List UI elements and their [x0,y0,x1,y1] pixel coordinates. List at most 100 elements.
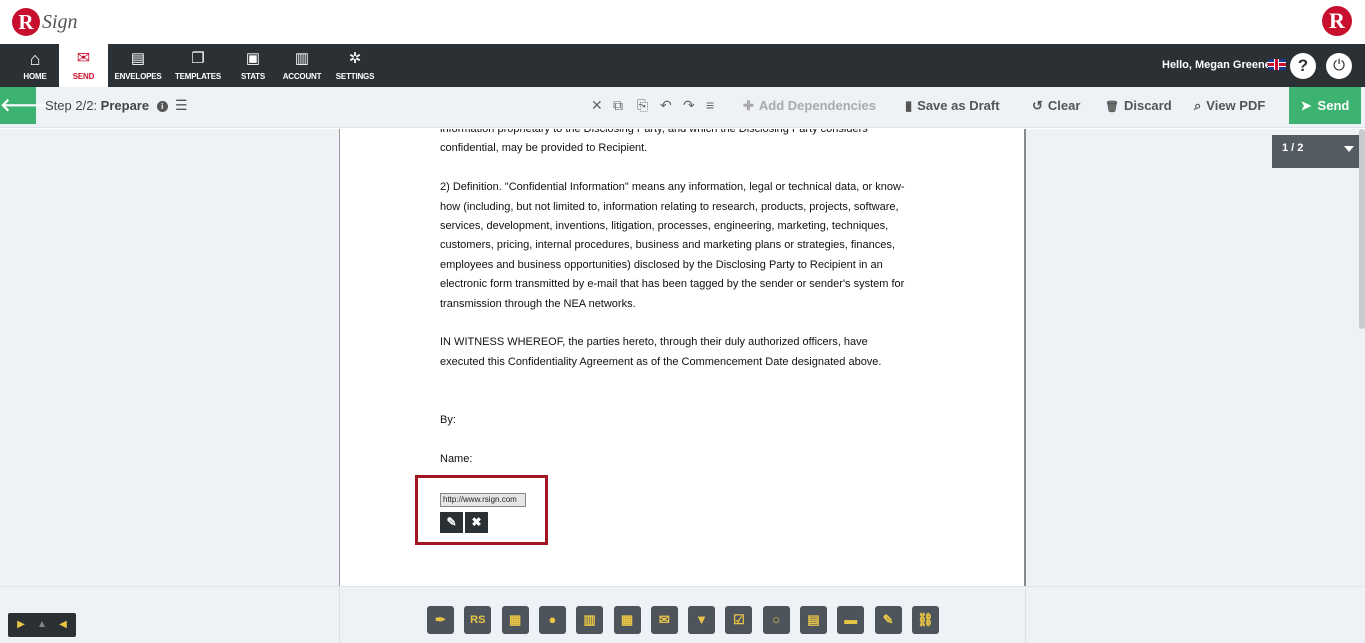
copy-icon: ❐ [191,50,205,67]
briefcase-icon: ▣ [245,50,261,67]
trash-icon: 🗑 [1105,101,1119,113]
search-icon: ⌕ [1194,98,1202,113]
scrollbar[interactable] [1359,129,1365,329]
copy-control-icon[interactable]: ⧉ [613,97,623,114]
add-dependencies-label: Add Dependencies [758,98,876,113]
title-tool-button[interactable]: ▥ [576,606,604,634]
logout-power-icon[interactable]: ⏻ [1326,53,1352,79]
nav-envelopes[interactable]: ▤ ENVELOPES [110,44,166,87]
stamp-tool-button[interactable]: ▦ [501,606,529,634]
hyperlink-field-input[interactable]: http://www.rsign.com [440,493,526,507]
chevron-down-icon [1344,146,1354,152]
expand-left-icon[interactable]: ◀ [52,613,74,637]
home-icon: ⌂ [29,49,41,69]
email-tool-button[interactable]: ✉ [650,606,678,634]
envelope-icon: ✉ [76,50,91,67]
nav-home-label: HOME [23,72,47,81]
step-indicator: Step 2/2: Prepare i [45,98,168,113]
expand-up-icon[interactable]: ▲ [31,613,53,637]
logo-r-mark: R [12,8,40,36]
document-line: how (including, but not limited to, info… [440,200,899,213]
dropdown-tool-icon: ▼ [695,612,709,627]
page-selector[interactable]: 1 / 2 [1272,135,1362,168]
nav-envelopes-label: ENVELOPES [114,72,162,81]
delete-field-button[interactable]: ✖ [465,512,488,533]
step-prefix: Step 2/2: [45,98,98,113]
document-line: transmission through the NEA networks. [440,297,636,310]
discard-label: Discard [1123,98,1172,113]
nav-account[interactable]: ▥ ACCOUNT [279,44,325,87]
hyperlink-tool-icon: ⛓ [917,612,934,627]
nav-settings[interactable]: ✲ SETTINGS [331,44,379,87]
document-line: Name: [440,452,473,465]
rsign-logo[interactable]: R Sign [12,5,78,39]
logo-sign-text: Sign [42,10,78,33]
add-dependencies-button[interactable]: ✚ Add Dependencies [743,98,876,114]
nav-templates[interactable]: ❐ TEMPLATES [170,44,226,87]
edit-field-button[interactable]: ✎ [440,512,463,533]
document-icon: ▮ [905,98,913,113]
prepare-toolbar: 🡐 Step 2/2: Prepare i ☰ ✕ ⧉ ⎘ ↶ ↷ ≡ ✚ Add… [0,87,1365,128]
top-header: R Sign R [0,0,1365,44]
nav-stats-label: STATS [240,72,266,81]
paste-control-icon[interactable]: ⎘ [637,97,648,114]
discard-button[interactable]: 🗑 Discard [1105,98,1172,113]
nav-home[interactable]: ⌂ HOME [12,44,58,87]
text-tool-button[interactable]: ▬ [837,606,865,634]
view-pdf-button[interactable]: ⌕ View PDF [1194,98,1265,114]
gear-icon: ✲ [348,50,362,67]
name-tool-icon: ● [548,612,557,627]
expand-right-icon[interactable]: ▶ [10,613,32,637]
redo-icon[interactable]: ↷ [683,97,695,114]
document-line: executed this Confidentiality Agreement … [440,355,882,368]
send-button[interactable]: ➤ Send [1289,87,1361,124]
document-blank-line [440,159,930,178]
inbox-icon: ▤ [130,50,146,67]
nav-stats[interactable]: ▣ STATS [232,44,274,87]
nav-account-label: ACCOUNT [282,72,322,81]
send-label: Send [1317,98,1350,113]
brand-logo-icon: R [1322,6,1352,36]
back-arrow-button[interactable]: 🡐 [0,87,48,124]
date-tool-icon: ▤ [807,612,820,627]
signature-tool-button[interactable]: ✒ [427,606,454,634]
email-tool-icon: ✉ [658,612,670,627]
label-tool-button[interactable]: ✎ [874,606,902,634]
clear-button[interactable]: ↺ Clear [1032,98,1080,114]
undo-icon[interactable]: ↶ [660,97,672,114]
document-line: employees and business opportunities) di… [440,258,883,271]
bottom-controls-bar: ▶ ▲ ◀ ✒ RS ▦ ● ▥ ▦ ✉ ▼ ☑ ○ ▤ ▬ ✎ ⛓ [0,586,1365,643]
user-greeting: Hello, Megan Greene [1162,59,1271,71]
clear-label: Clear [1047,98,1081,113]
nav-settings-label: SETTINGS [335,72,375,81]
save-as-draft-label: Save as Draft [917,98,1000,113]
pencil-icon: ✎ [446,515,457,529]
info-icon[interactable]: i [156,101,168,112]
save-as-draft-button[interactable]: ▮ Save as Draft [905,98,1000,114]
name-tool-button[interactable]: ● [538,606,566,634]
dropdown-tool-button[interactable]: ▼ [688,606,716,634]
hyperlink-field-selection[interactable]: http://www.rsign.com ✎ ✖ [415,475,548,545]
page-number: 1 / 2 [1282,142,1304,154]
initials-tool-button[interactable]: RS [464,606,492,634]
align-icon[interactable]: ≡ [706,97,714,113]
document-text: information proprietary to the Disclosin… [440,129,930,469]
radio-tool-button[interactable]: ○ [762,606,790,634]
checkbox-tool-button[interactable]: ☑ [725,606,753,634]
nav-templates-label: TEMPLATES [174,72,222,81]
nav-send[interactable]: ✉ SEND [59,44,108,87]
uk-flag-icon[interactable] [1268,59,1286,70]
help-button[interactable]: ? [1290,53,1316,79]
initials-tool-icon: RS [470,614,486,626]
panel-toggle-controls: ▶ ▲ ◀ [8,613,76,637]
delete-control-icon[interactable]: ✕ [591,97,603,114]
hyperlink-tool-button[interactable]: ⛓ [911,606,939,634]
date-tool-button[interactable]: ▤ [800,606,827,634]
company-tool-button[interactable]: ▦ [613,606,641,634]
file-icon: ▥ [294,50,310,67]
document-line: electronic form transmitted by e-mail th… [440,278,905,291]
main-nav: ⌂ HOME ✉ SEND ▤ ENVELOPES ❐ TEMPLATES ▣ … [0,44,1365,87]
checkbox-tool-icon: ☑ [733,612,745,627]
list-icon[interactable]: ☰ [175,97,188,114]
document-line: confidential, may be provided to Recipie… [440,142,648,155]
